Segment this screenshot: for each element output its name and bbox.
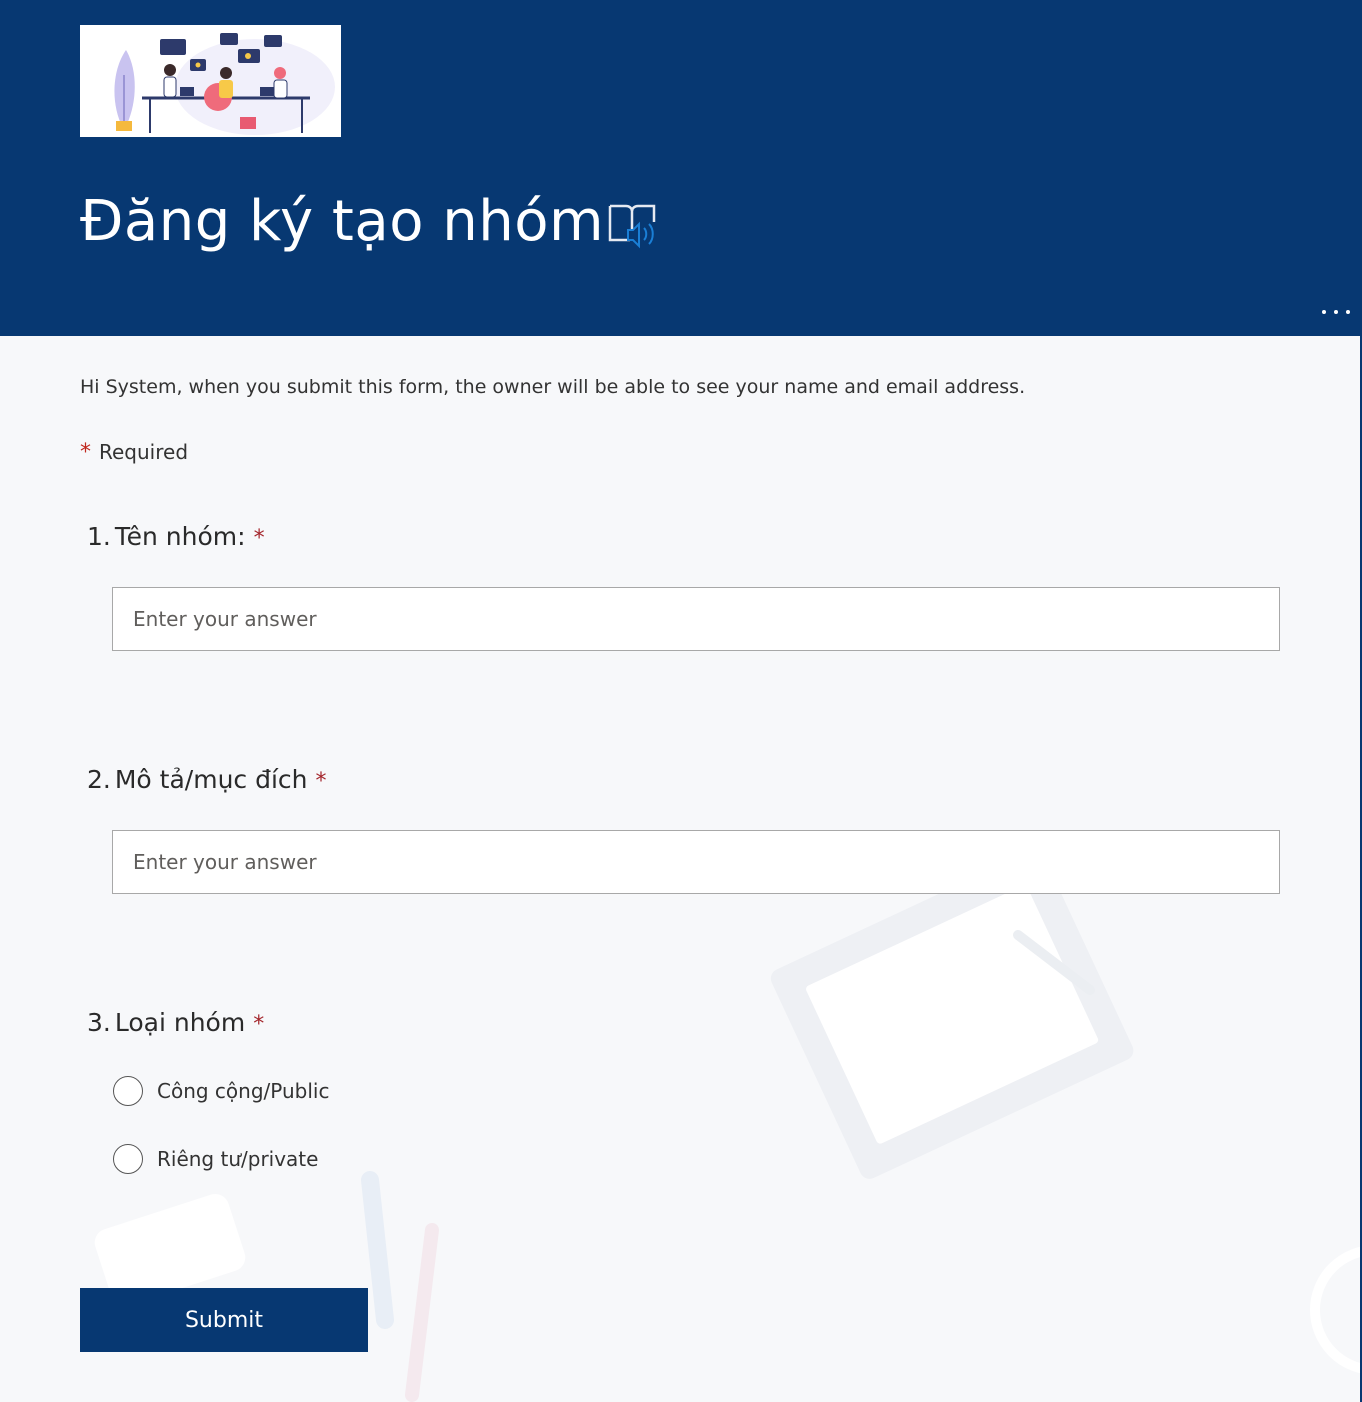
question-label: Tên nhóm:: [114, 522, 246, 551]
option-public[interactable]: Công cộng/Public: [113, 1076, 329, 1106]
question-2-input[interactable]: [113, 831, 1279, 893]
more-options-icon[interactable]: [1318, 298, 1354, 326]
question-2-title: 2. Mô tả/mục đích *: [87, 765, 327, 794]
option-label: Riêng tư/private: [157, 1147, 319, 1171]
question-2-answer-box: [112, 830, 1280, 894]
question-label: Mô tả/mục đích: [114, 765, 308, 794]
question-number: 2.: [87, 765, 111, 794]
question-label: Loại nhóm: [114, 1008, 246, 1037]
submit-button[interactable]: Submit: [80, 1288, 368, 1352]
required-legend: * Required: [80, 440, 188, 465]
form-header: Đăng ký tạo nhóm: [0, 0, 1360, 336]
question-3-title: 3. Loại nhóm *: [87, 1008, 264, 1037]
immersive-reader-icon[interactable]: [606, 200, 660, 250]
form-title: Đăng ký tạo nhóm: [80, 189, 605, 254]
radio-button[interactable]: [113, 1144, 143, 1174]
required-star: *: [253, 1012, 265, 1037]
required-star: *: [80, 440, 91, 465]
option-label: Công cộng/Public: [157, 1079, 330, 1103]
banner-image: [80, 25, 341, 137]
radio-button[interactable]: [113, 1076, 143, 1106]
question-1-title: 1. Tên nhóm: *: [87, 522, 265, 551]
question-1-input[interactable]: [113, 588, 1279, 650]
question-1-answer-box: [112, 587, 1280, 651]
question-number: 1.: [87, 522, 111, 551]
privacy-notice: Hi System, when you submit this form, th…: [80, 376, 1026, 398]
required-star: *: [253, 526, 265, 551]
required-star: *: [315, 769, 327, 794]
question-number: 3.: [87, 1008, 111, 1037]
required-label: Required: [99, 440, 189, 464]
option-private[interactable]: Riêng tư/private: [113, 1144, 318, 1174]
